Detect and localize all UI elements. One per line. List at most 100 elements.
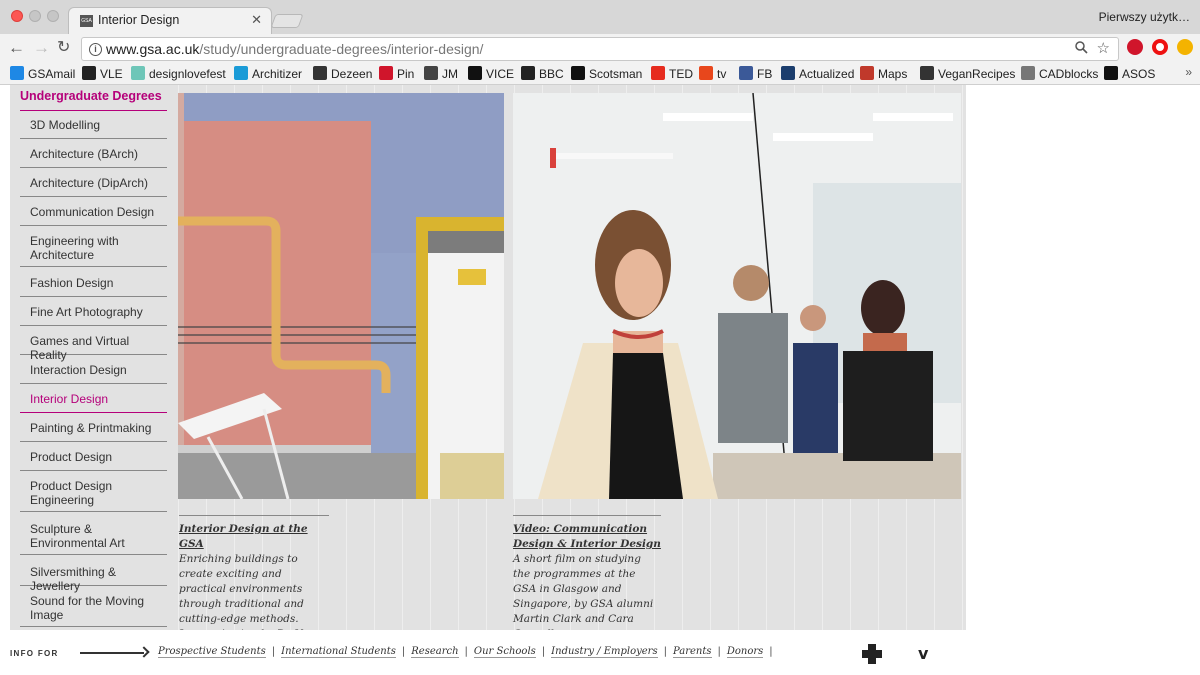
maps-icon [860, 66, 874, 80]
sidebar-item[interactable]: Games and Virtual Reality [20, 334, 167, 362]
bookmark-item[interactable]: JM [424, 65, 458, 83]
bookmark-item[interactable]: ASOS [1104, 65, 1155, 83]
maximize-window-button[interactable] [47, 10, 59, 22]
bookmarks-bar: GSAmail VLE designlovefest Architizer Dezeen… [0, 63, 1200, 85]
bookmark-label: Maps [878, 67, 908, 81]
footer-link[interactable]: Industry / Employers [551, 646, 658, 658]
address-bar[interactable]: i www.gsa.ac.uk/study/undergraduate-degr… [81, 37, 1119, 61]
sidebar-item[interactable]: 3D Modelling [20, 118, 167, 139]
s-icon [571, 66, 585, 80]
bookmark-item[interactable]: FB [739, 65, 772, 83]
footer-link[interactable]: Prospective Students [158, 646, 266, 658]
arrow-head-icon [138, 646, 150, 658]
feature-body-right: A short film on studying the programmes … [513, 553, 654, 640]
bookmark-item[interactable]: designlovefest [131, 65, 226, 83]
sidebar-item[interactable]: Architecture (DipArch) [20, 176, 167, 197]
bookmark-label: Pin [397, 67, 415, 81]
caption-rule [513, 515, 661, 516]
delicious-icon[interactable] [862, 644, 882, 664]
footer-separator: | [541, 646, 546, 657]
vegan-icon [920, 66, 934, 80]
sidebar-item[interactable]: Silversmithing & Jewellery [20, 565, 167, 593]
close-window-button[interactable] [11, 10, 23, 22]
bookmark-label: VICE [486, 67, 515, 81]
bookmark-label: CADblocks [1039, 67, 1099, 81]
footer-link[interactable]: Parents [672, 646, 712, 658]
sidebar-item[interactable]: Communication Design [20, 205, 167, 226]
bookmark-item[interactable]: GSAmail [10, 65, 75, 83]
bookmark-item[interactable]: CADblocks [1021, 65, 1098, 83]
windows-icon [10, 66, 24, 80]
sidebar-item[interactable]: Product Design Engineering [20, 479, 167, 512]
feature-title-left[interactable]: Interior Design at the GSA [179, 522, 329, 552]
footer-separator: | [663, 646, 667, 657]
bookmark-item[interactable]: tv [699, 65, 726, 83]
info-for-label: INFO FOR [10, 649, 59, 658]
sidebar-item[interactable]: Interaction Design [20, 363, 167, 384]
footer-separator: | [464, 646, 468, 657]
dezeen-icon [313, 66, 327, 80]
facebook-icon [739, 66, 753, 80]
bookmark-star-icon[interactable]: ☆ [1097, 39, 1110, 57]
sidebar-item[interactable]: Fashion Design [20, 276, 167, 297]
footer-link[interactable]: Our Schools [473, 646, 536, 658]
new-tab-button[interactable] [270, 14, 304, 28]
bookmark-item[interactable]: VICE [468, 65, 514, 83]
bookmark-item[interactable]: Actualized [781, 65, 854, 83]
sidebar-item[interactable]: Engineering with Architecture [20, 234, 167, 267]
pinterest-icon [379, 66, 393, 80]
minimize-window-button[interactable] [29, 10, 41, 22]
footer-separator: | [401, 646, 406, 657]
reload-icon[interactable]: ↻ [57, 38, 70, 58]
students-video-image[interactable] [513, 93, 961, 499]
heart-icon [131, 66, 145, 80]
footer-link[interactable]: Donors [726, 646, 764, 658]
close-tab-icon[interactable]: ✕ [251, 12, 262, 28]
forward-arrow-icon[interactable]: → [33, 38, 50, 58]
notification-extension-icon[interactable] [1177, 39, 1193, 55]
footer-link[interactable]: International Students [281, 646, 396, 658]
profile-name[interactable]: Pierwszy użytk… [1099, 10, 1190, 24]
sidebar-item[interactable]: Painting & Printmaking [20, 421, 167, 442]
bookmark-label: designlovefest [149, 67, 226, 81]
bb-icon [82, 66, 96, 80]
bookmark-item[interactable]: Pin [379, 65, 414, 83]
bookmark-item[interactable]: BBC [521, 65, 564, 83]
sidebar-item[interactable]: Architecture (BArch) [20, 147, 167, 168]
bookmark-label: VeganRecipes [938, 67, 1016, 81]
bookmark-item[interactable]: Maps [860, 65, 907, 83]
bookmark-item[interactable]: TED [651, 65, 693, 83]
bookmark-item[interactable]: Scotsman [571, 65, 642, 83]
interior-design-image[interactable] [178, 93, 504, 499]
bookmark-item[interactable]: Architizer [234, 65, 302, 83]
bookmark-item[interactable]: Dezeen [313, 65, 372, 83]
a-icon [234, 66, 248, 80]
info-icon[interactable]: i [89, 43, 102, 56]
bookmark-label: JM [442, 67, 458, 81]
feature-title-right[interactable]: Video: Communication Design & Interior D… [513, 522, 661, 552]
bookmark-item[interactable]: VLE [82, 65, 123, 83]
url-text[interactable]: www.gsa.ac.uk/study/undergraduate-degree… [106, 41, 483, 57]
url-path: /study/undergraduate-degrees/interior-de… [199, 41, 484, 57]
arrow-right-icon [80, 652, 144, 654]
cad-icon [1021, 66, 1035, 80]
browser-tab[interactable]: GSA Interior Design ✕ [68, 7, 272, 34]
sidebar-item[interactable]: Sculpture & Environmental Art [20, 522, 167, 555]
vimeo-icon[interactable]: v [918, 644, 928, 663]
zoom-icon[interactable] [1075, 41, 1088, 57]
bookmark-item[interactable]: VeganRecipes [920, 65, 1015, 83]
sidebar-heading[interactable]: Undergraduate Degrees [20, 89, 167, 111]
bookmark-label: Actualized [799, 67, 855, 81]
pinterest-extension-icon[interactable] [1127, 39, 1143, 55]
gsa-favicon-icon: GSA [80, 15, 93, 27]
sidebar-item[interactable]: Interior Design [20, 392, 167, 413]
sidebar-item[interactable]: Fine Art Photography [20, 305, 167, 326]
opera-extension-icon[interactable] [1152, 39, 1168, 55]
footer-link[interactable]: Research [411, 646, 459, 658]
back-arrow-icon[interactable]: ← [8, 38, 25, 58]
sidebar-item[interactable]: Product Design [20, 450, 167, 471]
bookmark-label: GSAmail [28, 67, 76, 81]
bookmark-label: Dezeen [331, 67, 373, 81]
sidebar-item[interactable]: Sound for the Moving Image [20, 594, 167, 627]
more-bookmarks-icon[interactable]: » [1185, 65, 1192, 79]
